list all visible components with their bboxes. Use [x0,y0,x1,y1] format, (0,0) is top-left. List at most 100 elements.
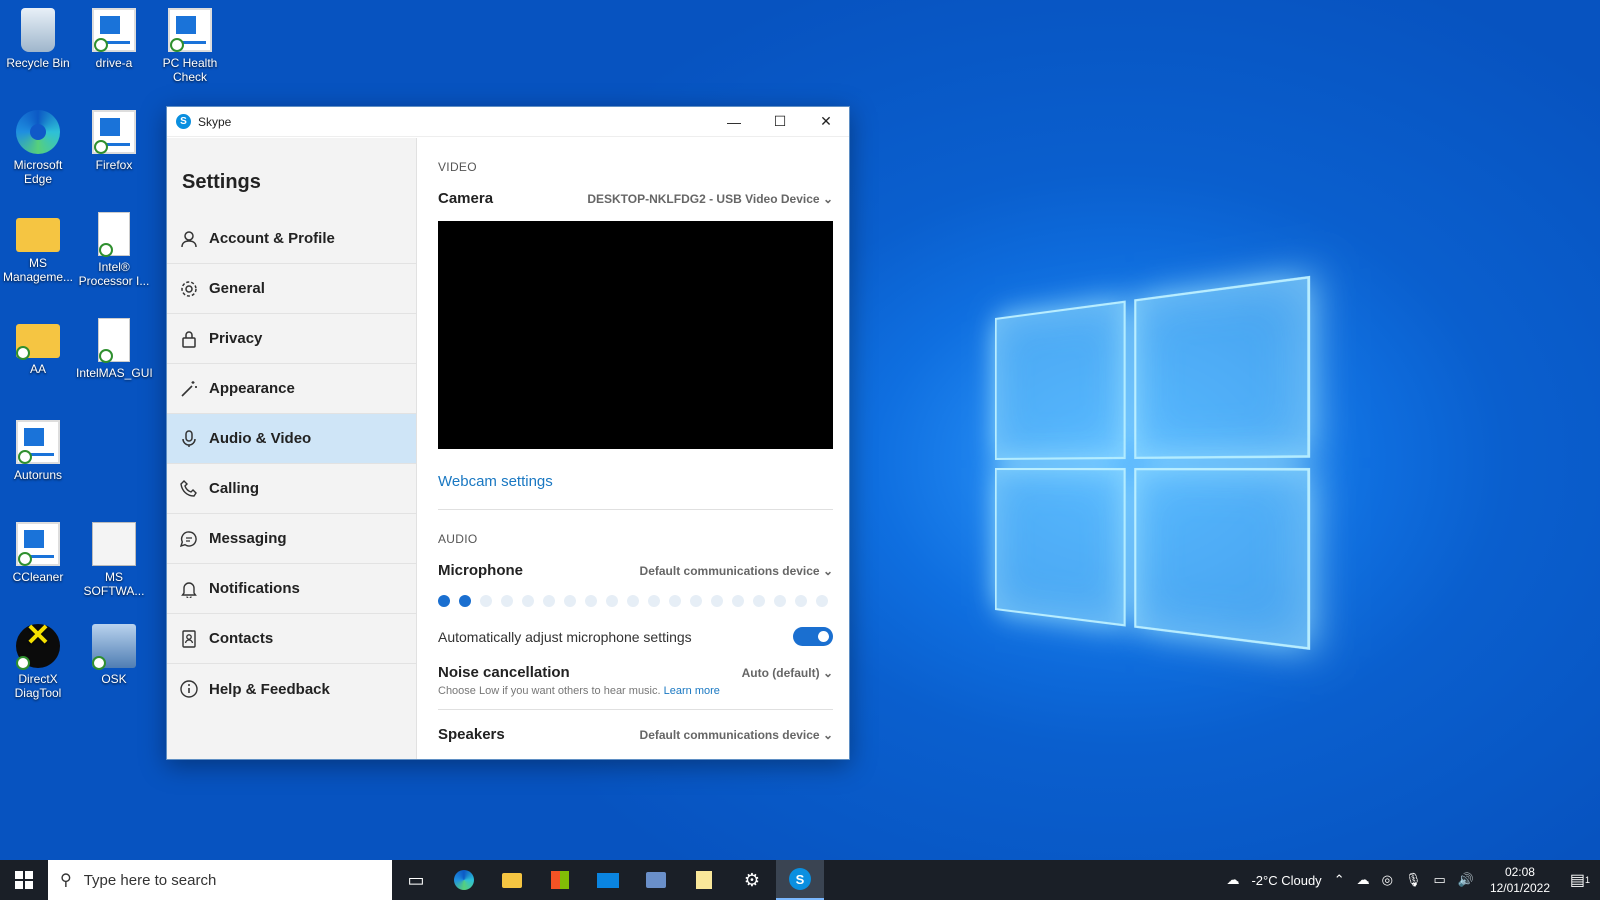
mic-level-dot [501,595,513,607]
desktop-icon-firefox[interactable]: Firefox [76,110,152,172]
nav-label: Privacy [209,330,263,347]
microphone-tray-icon[interactable]: 🎙 [1405,872,1422,888]
nav-calling[interactable]: Calling [167,464,416,514]
desktop-icon-pc-health-check[interactable]: PC Health Check [152,8,228,84]
nav-appearance[interactable]: Appearance [167,364,416,414]
mic-level-dot [795,595,807,607]
mail-icon[interactable] [584,860,632,900]
webcam-settings-link[interactable]: Webcam settings [438,473,553,490]
document-icon [92,522,136,566]
desktop-icon-directx[interactable]: DirectX DiagTool [0,624,76,700]
phone-icon [179,479,199,499]
desktop-icon-edge[interactable]: Microsoft Edge [0,110,76,186]
desktop-icon-intelmas-gui[interactable]: IntelMAS_GUI [76,318,153,380]
desktop-icon-label: DirectX DiagTool [14,672,62,700]
cloud-weather-icon[interactable]: ☁ [1226,872,1239,888]
desktop-icon-autoruns[interactable]: Autoruns [0,420,76,482]
minimize-button[interactable]: — [711,107,757,136]
task-view-icon[interactable]: ▭ [392,860,440,900]
desktop-icon-recycle-bin[interactable]: Recycle Bin [0,8,76,70]
webcam-icon[interactable]: ◎ [1382,872,1393,888]
info-icon [179,679,199,699]
windows-logo-wallpaper [995,275,1311,660]
nav-help-feedback[interactable]: Help & Feedback [167,664,416,714]
store-icon[interactable] [536,860,584,900]
system-tool-icon[interactable] [632,860,680,900]
weather-text[interactable]: -2°C Cloudy [1251,873,1321,888]
notification-center-icon[interactable]: ▤ 1 [1560,860,1600,900]
chevron-down-icon: ⌄ [822,191,833,206]
chevron-down-icon: ⌄ [822,563,833,578]
shortcut-icon [92,8,136,52]
recycle-bin-icon [21,8,55,52]
desktop-icon-ccleaner[interactable]: CCleaner [0,522,76,584]
magic-wand-icon [179,379,199,399]
mic-level-dot [564,595,576,607]
desktop-icon-label: MS SOFTWA... [83,570,145,598]
noise-cancellation-dropdown[interactable]: Auto (default) ⌄ [742,666,833,680]
learn-more-link[interactable]: Learn more [664,685,720,697]
desktop-icon-label: Firefox [95,158,133,172]
document-icon [98,318,130,363]
nav-label: Account & Profile [209,230,335,247]
microphone-dropdown[interactable]: Default communications device ⌄ [640,564,833,578]
file-explorer-icon[interactable] [488,860,536,900]
close-button[interactable]: ✕ [803,107,849,136]
edge-taskbar-icon[interactable] [440,860,488,900]
desktop-icon-osk[interactable]: OSK [76,624,152,686]
volume-icon[interactable]: 🔊 [1458,872,1474,888]
clock[interactable]: 02:08 12/01/2022 [1490,864,1550,896]
nav-account-profile[interactable]: Account & Profile [167,214,416,264]
nav-privacy[interactable]: Privacy [167,314,416,364]
taskbar-search[interactable]: ⚲ Type here to search [48,860,392,900]
onedrive-icon[interactable]: ☁ [1357,872,1370,888]
desktop-icon-label: Intel® Processor I... [78,260,150,288]
nav-contacts[interactable]: Contacts [167,614,416,664]
date: 12/01/2022 [1489,881,1550,895]
chevron-up-icon[interactable]: ⌃ [1334,872,1345,888]
divider [438,509,833,510]
nav-label: Calling [209,480,260,497]
desktop-icon-label: CCleaner [12,570,64,584]
camera-preview [438,221,833,449]
title-bar[interactable]: S Skype — ☐ ✕ [167,107,849,137]
lock-icon [179,329,199,349]
maximize-button[interactable]: ☐ [757,107,803,136]
mic-level-dot [480,595,492,607]
settings-gear-icon[interactable]: ⚙ [728,860,776,900]
desktop-icon-intel-processor[interactable]: Intel® Processor I... [76,212,152,288]
mic-level-dot [774,595,786,607]
search-icon: ⚲ [60,872,72,889]
mic-level-dot [648,595,660,607]
nav-messaging[interactable]: Messaging [167,514,416,564]
network-icon[interactable]: ▭ [1433,872,1445,888]
speakers-label: Speakers [438,726,505,743]
nav-label: General [209,280,265,297]
edge-icon [16,110,60,154]
desktop-icon-label: drive-a [95,56,133,70]
directx-icon [16,624,60,670]
start-button[interactable] [0,860,48,900]
mic-level-dot [669,595,681,607]
nav-label: Appearance [209,380,295,397]
settings-title: Settings [182,171,261,193]
microphone-icon [179,429,199,449]
sticky-notes-icon[interactable] [680,860,728,900]
mic-level-dot [690,595,702,607]
auto-adjust-toggle[interactable] [793,627,833,646]
gear-icon [179,279,199,299]
desktop-icon-ms-management[interactable]: MS Manageme... [0,212,76,284]
camera-dropdown[interactable]: DESKTOP-NKLFDG2 - USB Video Device ⌄ [587,192,833,206]
nav-notifications[interactable]: Notifications [167,564,416,614]
nav-audio-video[interactable]: Audio & Video [167,414,416,464]
microphone-label: Microphone [438,562,523,579]
video-section-heading: VIDEO [438,160,477,174]
skype-taskbar-icon[interactable]: S [776,860,824,900]
desktop-icon-aa[interactable]: AA [0,318,76,376]
shortcut-icon [168,8,212,52]
contacts-icon [179,629,199,649]
nav-general[interactable]: General [167,264,416,314]
speakers-dropdown[interactable]: Default communications device ⌄ [640,728,833,742]
desktop-icon-ms-software[interactable]: MS SOFTWA... [76,522,152,598]
desktop-icon-drive-a[interactable]: drive-a [76,8,152,70]
